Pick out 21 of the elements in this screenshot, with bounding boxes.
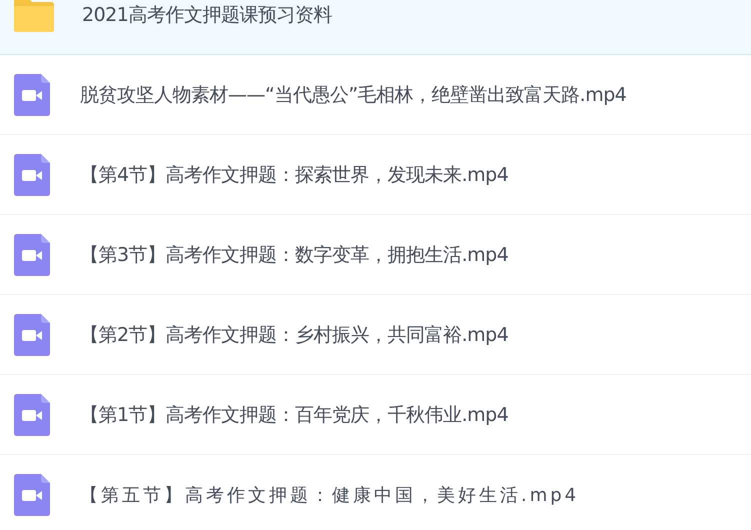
file-name: 【第4节】高考作文押题：探索世界，发现未来.mp4 (80, 162, 508, 188)
file-name: 【第2节】高考作文押题：乡村振兴，共同富裕.mp4 (80, 322, 508, 348)
file-row[interactable]: 【第4节】高考作文押题：探索世界，发现未来.mp4 (0, 135, 751, 215)
video-file-icon (14, 74, 50, 116)
folder-icon (12, 0, 56, 32)
file-row[interactable]: 【第五节】高考作文押题：健康中国，美好生活.mp4 (0, 455, 751, 530)
file-row[interactable]: 【第2节】高考作文押题：乡村振兴，共同富裕.mp4 (0, 295, 751, 375)
file-row[interactable]: 2021高考作文押题课预习资料 (0, 0, 751, 55)
video-file-icon (14, 234, 50, 276)
file-name: 2021高考作文押题课预习资料 (82, 2, 332, 28)
file-name: 【第1节】高考作文押题：百年党庆，千秋伟业.mp4 (80, 402, 508, 428)
video-file-icon (14, 474, 50, 516)
video-file-icon (14, 394, 50, 436)
file-row[interactable]: 脱贫攻坚人物素材——“当代愚公”毛相林，绝壁凿出致富天路.mp4 (0, 55, 751, 135)
video-file-icon (14, 154, 50, 196)
file-row[interactable]: 【第3节】高考作文押题：数字变革，拥抱生活.mp4 (0, 215, 751, 295)
file-name: 【第五节】高考作文押题：健康中国，美好生活.mp4 (80, 484, 580, 506)
file-name: 【第3节】高考作文押题：数字变革，拥抱生活.mp4 (80, 242, 508, 268)
file-row[interactable]: 【第1节】高考作文押题：百年党庆，千秋伟业.mp4 (0, 375, 751, 455)
video-file-icon (14, 314, 50, 356)
file-name: 脱贫攻坚人物素材——“当代愚公”毛相林，绝壁凿出致富天路.mp4 (80, 82, 626, 108)
